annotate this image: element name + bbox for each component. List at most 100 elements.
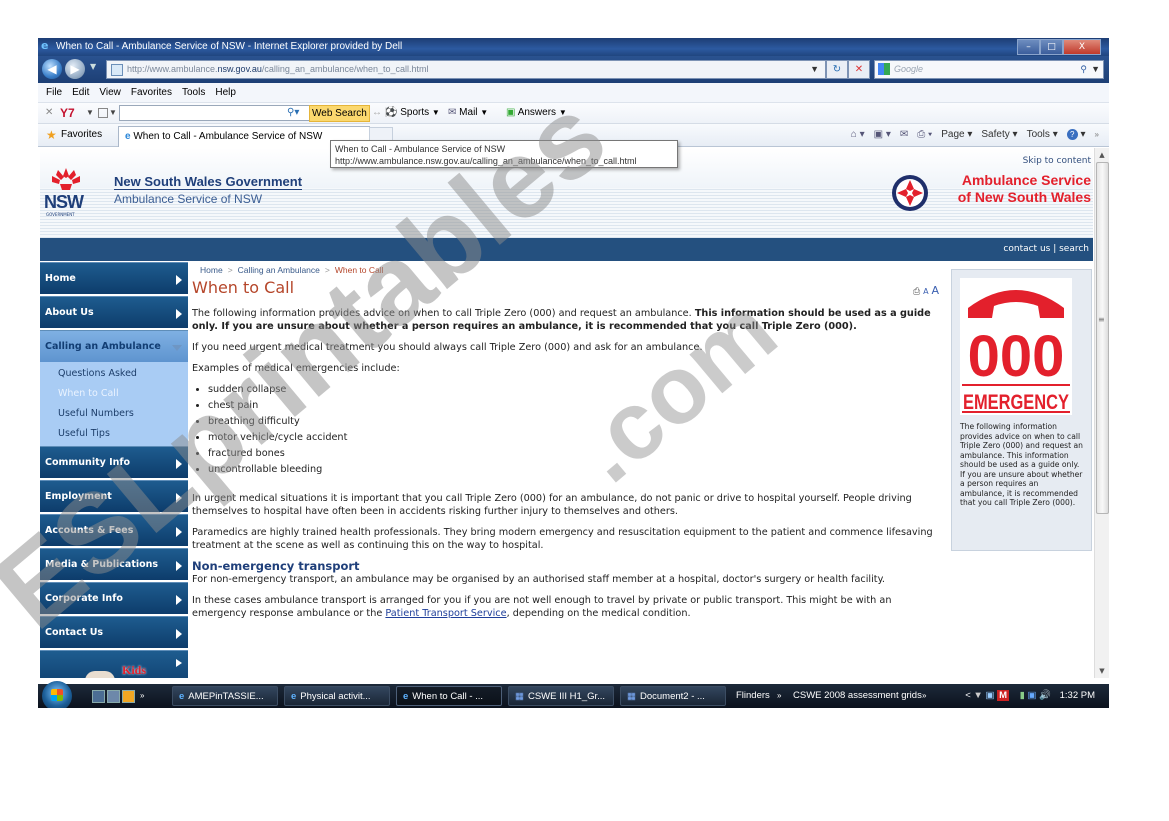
toolbar-more-icon[interactable]: » [922, 684, 926, 708]
sidebar-item-media-publications[interactable]: Media & Publications [40, 548, 188, 580]
sidebar-item-contact-us[interactable]: Contact Us [40, 616, 188, 648]
minimize-button[interactable]: – [1017, 39, 1040, 55]
tray-volume-icon[interactable]: 🔊 [1039, 690, 1051, 701]
home-icon[interactable]: ⌂ ▾ [851, 124, 865, 146]
toolbar-checkbox-icon[interactable] [98, 108, 108, 118]
breadcrumb-calling[interactable]: Calling an Ambulance [238, 265, 320, 275]
breadcrumb-home[interactable]: Home [200, 265, 223, 275]
ie-icon: e [403, 691, 409, 702]
mail-button[interactable]: ✉ Mail ▼ [448, 103, 488, 123]
forward-button[interactable]: ▶ [65, 59, 85, 79]
magnifier-icon[interactable]: ⚲▾ [287, 103, 299, 123]
tools-menu[interactable]: Tools ▾ [1027, 124, 1058, 146]
sports-button[interactable]: ⚽ Sports ▼ [385, 103, 440, 123]
desktop-screen: e When to Call - Ambulance Service of NS… [38, 38, 1109, 708]
patient-transport-link[interactable]: Patient Transport Service [385, 608, 506, 619]
scrollbar-thumb[interactable] [1096, 162, 1109, 514]
menu-edit[interactable]: Edit [72, 87, 89, 98]
taskbar-button-1[interactable]: e Physical activit... [284, 686, 390, 706]
taskbar-button-3[interactable]: ▦ CSWE III H1_Gr... [508, 686, 614, 706]
yahoo-search-input[interactable] [119, 105, 311, 121]
sidebar-item-community-info[interactable]: Community Info [40, 446, 188, 478]
search-placeholder: Google [894, 64, 924, 74]
web-search-button[interactable]: Web Search [309, 105, 370, 122]
nsw-government-logo[interactable]: NSW GOVERNMENT [44, 166, 88, 224]
toolbar-close-icon[interactable]: ✕ [45, 103, 53, 123]
answers-button[interactable]: ▣ Answers ▼ [506, 103, 567, 123]
toolbar-more-icon[interactable]: » [777, 684, 781, 708]
tab-tooltip: When to Call - Ambulance Service of NSW … [330, 140, 678, 168]
scroll-up-icon[interactable]: ▲ [1095, 148, 1109, 162]
address-input[interactable]: http://www.ambulance.nsw.gov.au/calling_… [106, 60, 826, 79]
menu-help[interactable]: Help [215, 87, 236, 98]
history-dropdown-icon[interactable]: ▼ [90, 62, 96, 71]
address-dropdown-icon[interactable]: ▼ [810, 61, 819, 78]
print-page-icon[interactable]: ⎙ [913, 287, 920, 297]
tray-m-icon[interactable]: M [997, 690, 1009, 701]
tray-expand-icon[interactable]: < [965, 690, 971, 701]
subnav-when-to-call[interactable]: When to Call [40, 384, 188, 404]
clock[interactable]: 1:32 PM [1060, 690, 1095, 701]
ambulance-service-logo[interactable]: Ambulance Service of New South Wales [891, 172, 1091, 212]
yahoo-logo[interactable]: Y7 [60, 103, 75, 123]
favorites-star-icon[interactable]: ★ [46, 124, 57, 146]
toolbar-link-cswe[interactable]: CSWE 2008 assessment grids [793, 684, 922, 708]
sidebar-item-accounts-fees[interactable]: Accounts & Fees [40, 514, 188, 546]
subnav-useful-numbers[interactable]: Useful Numbers [40, 404, 188, 424]
google-search-input[interactable]: Google ⚲ ▼ [874, 60, 1104, 79]
taskbar-button-2[interactable]: e When to Call - ... [396, 686, 502, 706]
chevron-more-icon[interactable]: » [1095, 124, 1099, 146]
switch-windows-icon[interactable] [107, 690, 120, 703]
sidebar-item-calling-an-ambulance[interactable]: Calling an Ambulance [40, 330, 188, 362]
menu-favorites[interactable]: Favorites [131, 87, 172, 98]
maximize-button[interactable]: □ [1040, 39, 1063, 55]
tray-connection-icon[interactable]: ▣ [1028, 690, 1037, 701]
government-link[interactable]: New South Wales Government [114, 174, 303, 190]
media-player-icon[interactable] [122, 690, 135, 703]
search-dropdown-icon[interactable]: ▼ [1091, 61, 1100, 78]
menu-view[interactable]: View [99, 87, 121, 98]
start-button[interactable] [42, 681, 72, 708]
page-scrollbar[interactable]: ▲ ≡ ▼ [1094, 148, 1109, 678]
subnav-questions-asked[interactable]: Questions Asked [40, 364, 188, 384]
help-menu[interactable]: ? ▾ [1066, 124, 1086, 146]
address-row: ◀ ▶ ▼ http://www.ambulance.nsw.gov.au/ca… [38, 56, 1109, 83]
show-desktop-icon[interactable] [92, 690, 105, 703]
toolbar-link-flinders[interactable]: Flinders [736, 684, 770, 708]
breadcrumb-current: When to Call [334, 265, 384, 275]
kids-banner[interactable]: Kids [40, 650, 188, 678]
yahoo-dropdown-icon[interactable]: ▼ [86, 103, 94, 123]
safety-menu[interactable]: Safety ▾ [981, 124, 1017, 146]
taskbar-label: When to Call - ... [412, 691, 484, 702]
refresh-button[interactable]: ↻ [826, 60, 848, 79]
stop-button[interactable]: ✕ [848, 60, 870, 79]
read-mail-icon[interactable]: ✉ [900, 124, 908, 146]
scroll-down-icon[interactable]: ▼ [1095, 664, 1109, 678]
tray-network-icon[interactable]: ▼ [973, 690, 982, 701]
back-button[interactable]: ◀ [42, 59, 62, 79]
page-menu[interactable]: Page ▾ [941, 124, 972, 146]
print-icon[interactable]: ⎙ ▾ [917, 124, 932, 146]
text-smaller-button[interactable]: A [923, 287, 928, 296]
menu-file[interactable]: File [46, 87, 62, 98]
sidebar-item-corporate-info[interactable]: Corporate Info [40, 582, 188, 614]
taskbar-button-4[interactable]: ▦ Document2 - ... [620, 686, 726, 706]
menu-tools[interactable]: Tools [182, 87, 205, 98]
tab-ie-icon: e [125, 131, 131, 142]
feeds-icon[interactable]: ▣ ▾ [874, 124, 891, 146]
sidebar-item-employment[interactable]: Employment [40, 480, 188, 512]
taskbar-button-0[interactable]: e AMEPinTASSIE... [172, 686, 278, 706]
favorites-button[interactable]: Favorites [61, 124, 102, 146]
sidebar-item-home[interactable]: Home [40, 262, 188, 294]
checkbox-dropdown-icon[interactable]: ▼ [109, 103, 117, 123]
subnav-useful-tips[interactable]: Useful Tips [40, 424, 188, 444]
tray-battery-icon[interactable]: ▮ [1020, 690, 1025, 701]
skip-to-content-link[interactable]: Skip to content [1023, 156, 1091, 166]
quicklaunch-more-icon[interactable]: » [140, 684, 144, 708]
tray-monitor-icon[interactable]: ▣ [985, 690, 994, 701]
close-button[interactable]: X [1063, 39, 1101, 55]
text-larger-button[interactable]: A [931, 284, 939, 297]
contact-search-links[interactable]: contact us | search [1003, 238, 1089, 261]
sidebar-item-about-us[interactable]: About Us [40, 296, 188, 328]
search-icon[interactable]: ⚲ [1080, 61, 1087, 78]
